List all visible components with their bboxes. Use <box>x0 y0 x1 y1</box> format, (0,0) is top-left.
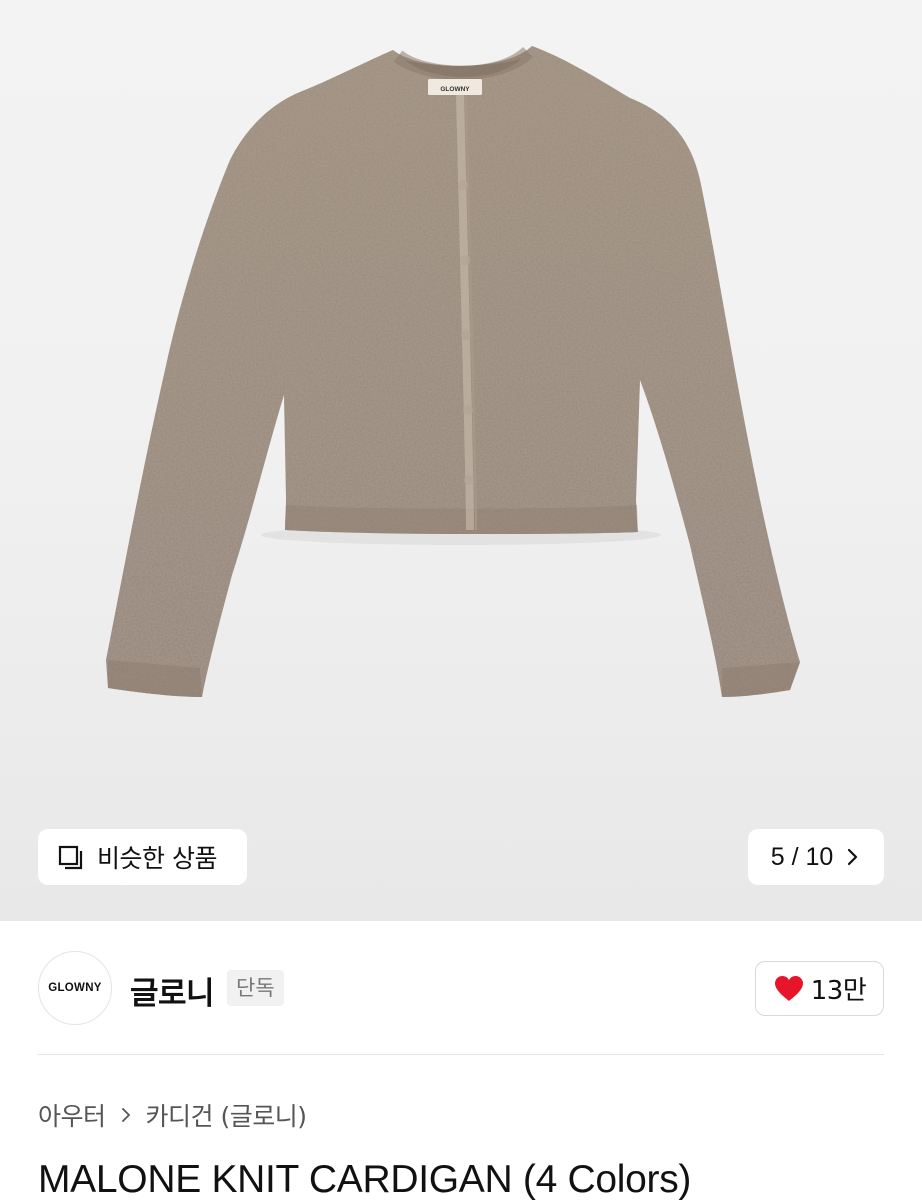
image-counter: 5 / 10 <box>770 842 834 871</box>
brand-name[interactable]: 글로니 <box>130 968 215 1013</box>
product-image-area[interactable]: GLOWNY 비슷한 상품 5 / 10 <box>0 0 922 921</box>
like-count: 13만 <box>810 976 867 1006</box>
chevron-right-icon <box>848 848 858 866</box>
brand-logo[interactable]: GLOWNY <box>38 951 112 1025</box>
section-divider <box>38 1054 884 1055</box>
similar-items-label: 비슷한 상품 <box>97 844 217 873</box>
product-detail-page: GLOWNY 비슷한 상품 5 / 10 GLOWNY 글로니 단독 13만 아… <box>0 0 922 1200</box>
exclusive-badge: 단독 <box>227 970 284 1006</box>
heart-icon <box>774 976 803 1001</box>
product-title: MALONE KNIT CARDIGAN (4 Colors) <box>38 1158 692 1200</box>
breadcrumb-outer[interactable]: 아우터 <box>38 1097 106 1133</box>
svg-text:GLOWNY: GLOWNY <box>440 86 470 93</box>
similar-items-icon <box>58 845 83 870</box>
cardigan-product-image: GLOWNY <box>106 46 800 697</box>
brand-logo-text: GLOWNY <box>48 982 102 994</box>
image-counter-button[interactable]: 5 / 10 <box>748 829 884 885</box>
breadcrumb-cardigan[interactable]: 카디건 (글로니) <box>146 1097 307 1133</box>
similar-items-button[interactable]: 비슷한 상품 <box>38 829 247 885</box>
breadcrumb: 아우터 카디건 (글로니) <box>38 1097 307 1133</box>
like-button[interactable]: 13만 <box>755 961 884 1016</box>
chevron-right-icon <box>121 1108 130 1122</box>
